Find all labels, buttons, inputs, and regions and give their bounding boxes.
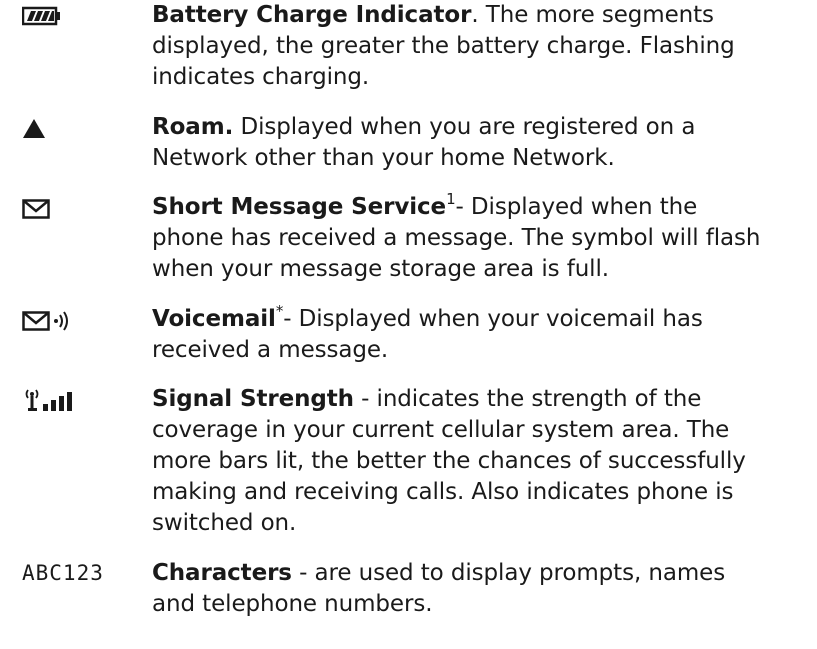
battery-line-1: Battery Charge Indicator. The more segme… (152, 0, 812, 31)
signal-strength-icon (22, 388, 152, 418)
sms-description: Short Message Service1- Displayed when t… (152, 192, 812, 285)
voicemail-line-2: received a message. (152, 337, 389, 363)
sms-line-2: phone has received a message. The symbol… (152, 225, 761, 251)
signal-after-term: - indicates the strength of the (353, 386, 702, 412)
sms-line-3: when your message storage area is full. (152, 256, 609, 282)
battery-icon (22, 6, 152, 36)
envelope-icon (22, 199, 152, 229)
characters-line-1: Characters - are used to display prompts… (152, 558, 812, 589)
battery-after-term: . The more segments (471, 2, 714, 28)
battery-line-3: indicates charging. (152, 64, 370, 90)
characters-term: Characters (152, 560, 292, 586)
battery-term: Battery Charge Indicator (152, 2, 472, 28)
characters-description: Characters - are used to display prompts… (152, 558, 812, 620)
roam-description: Roam. Displayed when you are registered … (152, 112, 812, 174)
battery-description: Battery Charge Indicator. The more segme… (152, 0, 812, 93)
document-page: Battery Charge Indicator. The more segme… (0, 0, 817, 649)
signal-description: Signal Strength - indicates the strength… (152, 384, 812, 539)
characters-sample: ABC123 (22, 561, 104, 585)
voicemail-after-term: - Displayed when your voicemail has (283, 306, 703, 332)
signal-line-4: making and receiving calls. Also indicat… (152, 479, 734, 505)
characters-icon: ABC123 (22, 559, 152, 589)
roam-line-1: Roam. Displayed when you are registered … (152, 112, 812, 143)
signal-term: Signal Strength (152, 386, 354, 412)
voicemail-icon (22, 311, 152, 341)
sms-footnote-mark: 1 (446, 190, 456, 209)
signal-line-1: Signal Strength - indicates the strength… (152, 384, 812, 415)
voicemail-term: Voicemail (152, 306, 276, 332)
sms-after-term: - Displayed when the (455, 194, 698, 220)
roam-triangle-icon (22, 118, 152, 148)
characters-after-term: - are used to display prompts, names (291, 560, 726, 586)
characters-line-2: and telephone numbers. (152, 591, 433, 617)
signal-line-5: switched on. (152, 510, 297, 536)
roam-line-2: Network other than your home Network. (152, 145, 615, 171)
sms-term: Short Message Service (152, 194, 447, 220)
roam-term: Roam. (152, 114, 234, 140)
voicemail-description: Voicemail*- Displayed when your voicemai… (152, 304, 812, 366)
roam-after-term: Displayed when you are registered on a (233, 114, 696, 140)
signal-line-3: more bars lit, the better the chances of… (152, 448, 746, 474)
voicemail-footnote-mark: * (275, 302, 284, 321)
voicemail-line-1: Voicemail*- Displayed when your voicemai… (152, 304, 812, 335)
signal-line-2: coverage in your current cellular system… (152, 417, 730, 443)
battery-line-2: displayed, the greater the battery charg… (152, 33, 735, 59)
sms-line-1: Short Message Service1- Displayed when t… (152, 192, 812, 223)
